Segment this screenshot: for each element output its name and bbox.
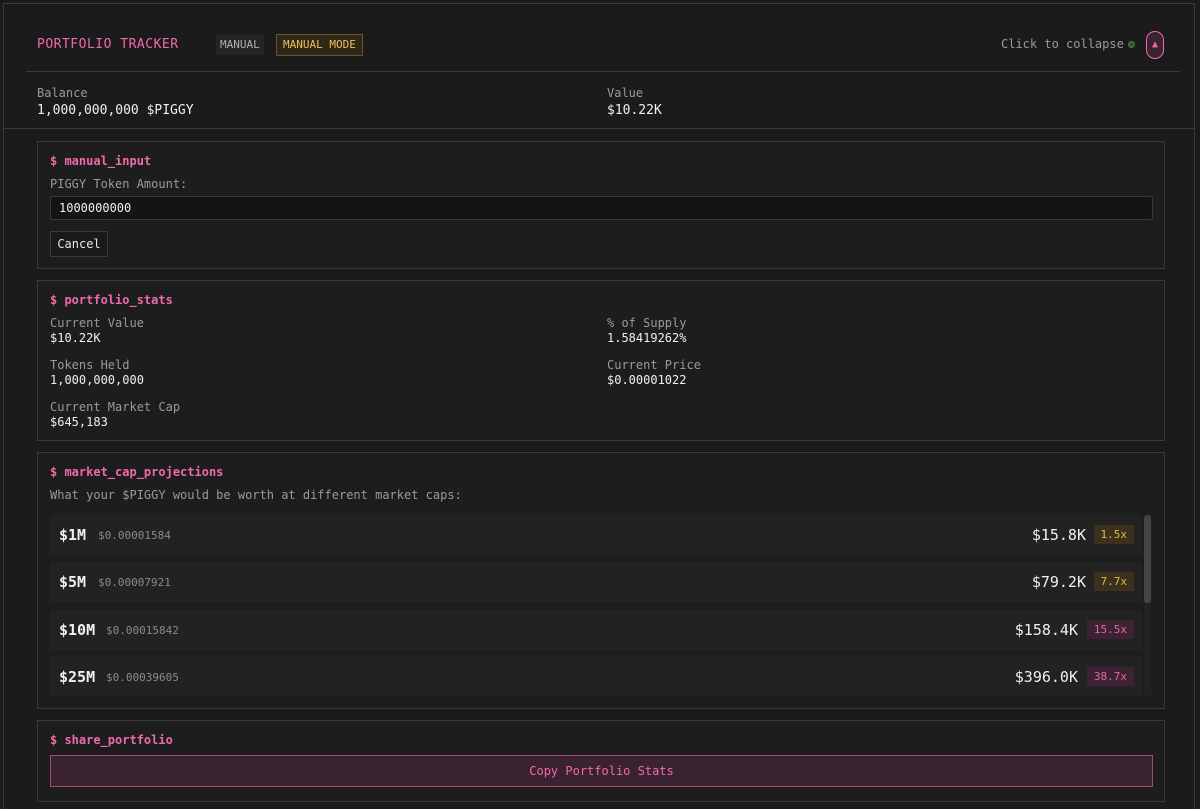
value-label: Value [607, 86, 644, 100]
market-cap-label: Current Market Cap [50, 400, 181, 414]
balance-value: 1,000,000,000 $PIGGY [37, 103, 194, 118]
scrollbar-thumb[interactable] [1144, 515, 1151, 603]
current-price-value: $0.00001022 [607, 373, 687, 387]
market-cap-value: $645,183 [50, 415, 108, 429]
token-amount-input[interactable] [50, 196, 1153, 220]
tokens-held-value: 1,000,000,000 [50, 373, 144, 387]
supply-value: 1.58419262% [607, 331, 687, 345]
share-portfolio-title: $ share_portfolio [50, 733, 173, 747]
projection-multiplier-badge: 15.5x [1086, 620, 1134, 639]
projection-scrollbar[interactable] [1144, 515, 1151, 695]
projection-price: $0.00039605 [106, 671, 179, 684]
projection-row: $25M $0.00039605 $396.0K 38.7x [50, 657, 1142, 695]
manual-badge: MANUAL [216, 35, 264, 55]
tokens-held-label: Tokens Held [50, 358, 130, 372]
projections-subtitle: What your $PIGGY would be worth at diffe… [50, 488, 462, 502]
manual-mode-badge: MANUAL MODE [276, 34, 363, 56]
projection-row: $1M $0.00001584 $15.8K 1.5x [50, 515, 1142, 555]
projection-value: $79.2K [1031, 573, 1086, 591]
projection-row: $5M $0.00007921 $79.2K 7.7x [50, 562, 1142, 602]
chevron-up-icon: ▲ [1151, 39, 1159, 50]
projection-price: $0.00015842 [106, 624, 179, 637]
collapse-hint[interactable]: Click to collapse [1001, 37, 1124, 51]
share-portfolio-panel: $ share_portfolio Copy Portfolio Stats [37, 720, 1165, 802]
balance-label: Balance [37, 86, 88, 100]
current-value: $10.22K [50, 331, 101, 345]
portfolio-tracker-panel: PORTFOLIO TRACKER MANUAL MANUAL MODE Cli… [3, 3, 1195, 809]
projection-multiplier-badge: 7.7x [1093, 572, 1134, 591]
projection-market-cap: $5M [59, 573, 87, 591]
token-amount-label: PIGGY Token Amount: [50, 177, 188, 191]
projection-value: $158.4K [1014, 621, 1078, 639]
projection-row: $10M $0.00015842 $158.4K 15.5x [50, 610, 1142, 650]
projection-price: $0.00001584 [98, 529, 171, 542]
market-cap-projections-panel: $ market_cap_projections What your $PIGG… [37, 452, 1165, 709]
projection-list[interactable]: $1M $0.00001584 $15.8K 1.5x $5M $0.00007… [50, 515, 1152, 695]
supply-label: % of Supply [607, 316, 687, 330]
projection-market-cap: $10M [59, 621, 96, 639]
projection-market-cap: $25M [59, 668, 96, 686]
current-value-label: Current Value [50, 316, 144, 330]
value-amount: $10.22K [607, 103, 662, 118]
collapse-button[interactable]: ▲ [1146, 31, 1164, 59]
portfolio-stats-title: $ portfolio_stats [50, 293, 173, 307]
copy-portfolio-stats-button[interactable]: Copy Portfolio Stats [50, 755, 1153, 787]
projections-title: $ market_cap_projections [50, 465, 224, 479]
status-dot-icon [1128, 41, 1135, 48]
balance-summary: Balance 1,000,000,000 $PIGGY Value $10.2… [4, 72, 1194, 129]
tracker-header[interactable]: PORTFOLIO TRACKER MANUAL MANUAL MODE Cli… [26, 4, 1180, 72]
projection-value: $15.8K [1031, 526, 1086, 544]
manual-input-title: $ manual_input [50, 154, 152, 168]
projection-market-cap: $1M [59, 526, 87, 544]
projection-multiplier-badge: 38.7x [1086, 667, 1134, 686]
cancel-button[interactable]: Cancel [50, 231, 108, 257]
current-price-label: Current Price [607, 358, 701, 372]
manual-input-panel: $ manual_input PIGGY Token Amount: Cance… [37, 141, 1165, 269]
projection-price: $0.00007921 [98, 576, 171, 589]
projection-value: $396.0K [1014, 668, 1078, 686]
page-title: PORTFOLIO TRACKER [37, 37, 179, 52]
portfolio-stats-panel: $ portfolio_stats Current Value $10.22K … [37, 280, 1165, 441]
projection-multiplier-badge: 1.5x [1093, 525, 1134, 544]
